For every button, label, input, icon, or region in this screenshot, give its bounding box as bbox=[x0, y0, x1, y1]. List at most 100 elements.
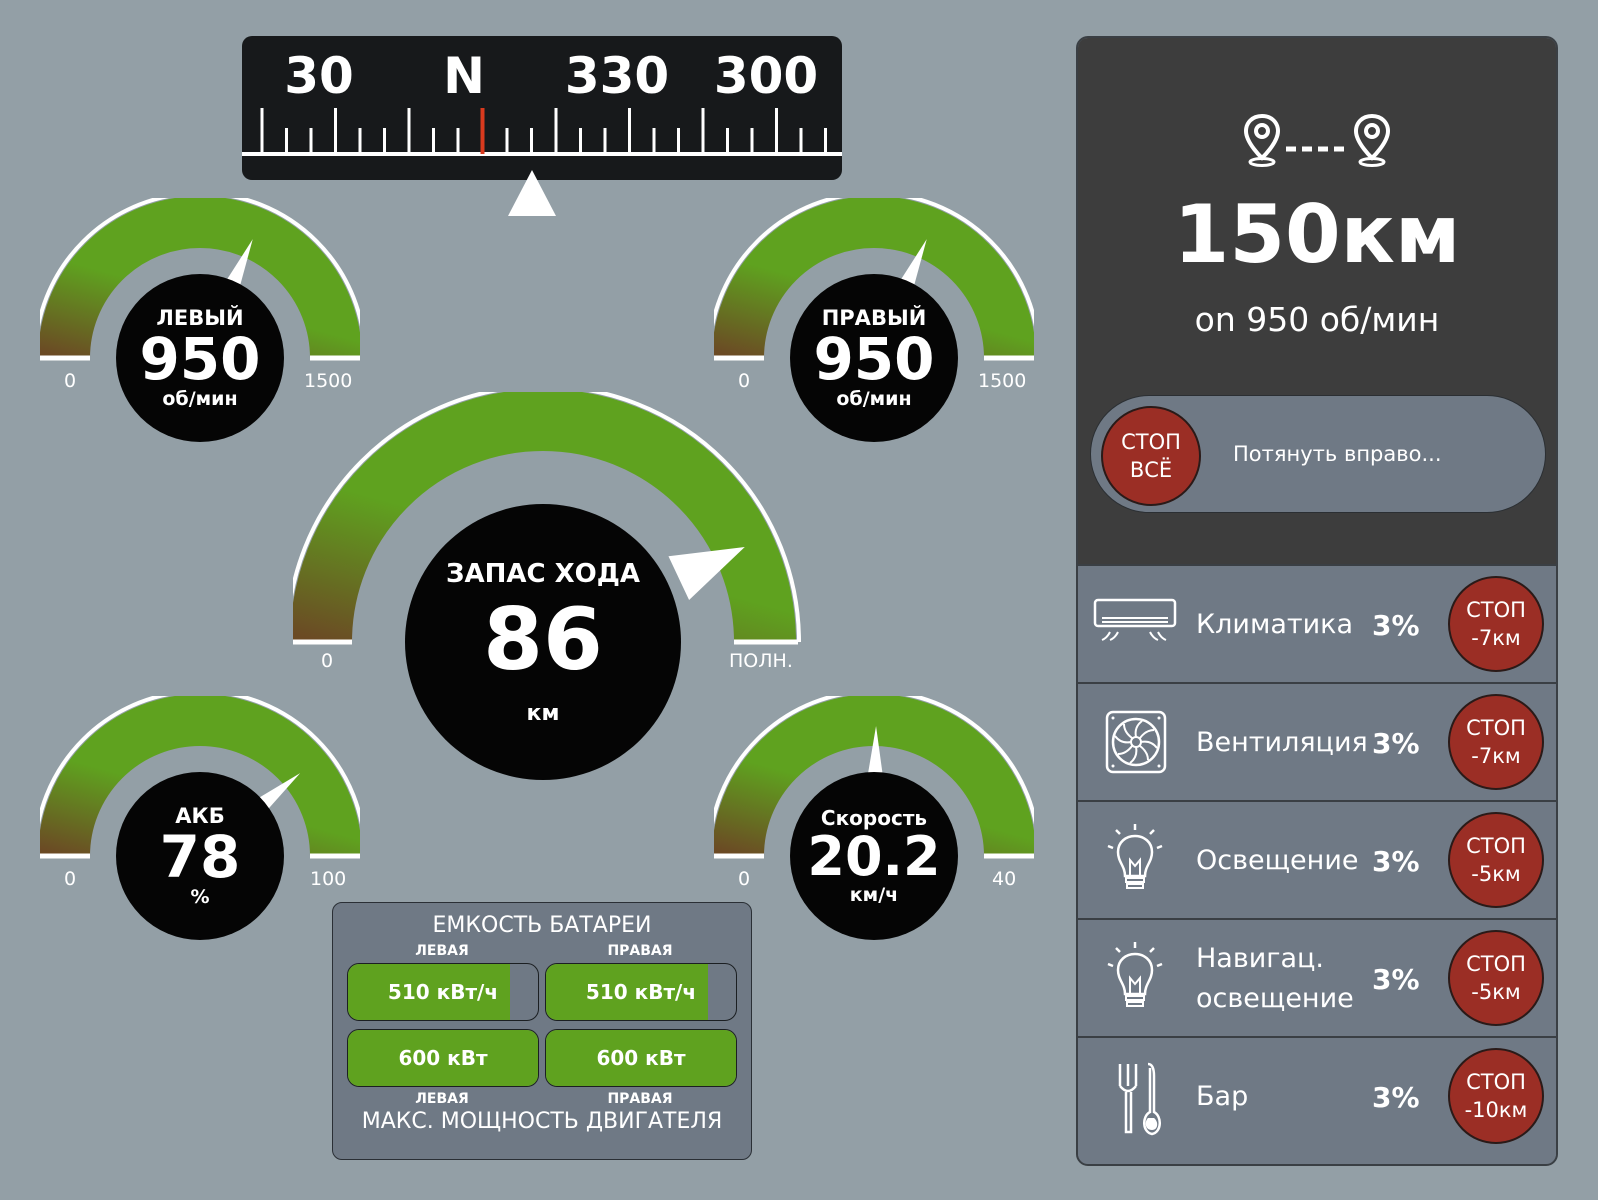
route-range-value: 150км bbox=[1173, 188, 1461, 281]
stop-ventilation-button[interactable]: СТОП -7км bbox=[1448, 694, 1544, 790]
route-range-subtitle: on 950 об/мин bbox=[1194, 300, 1440, 339]
battery-max: 100 bbox=[310, 868, 347, 890]
power-right-bar: 600 кВт bbox=[545, 1029, 737, 1087]
stop-all-line2: ВСЁ bbox=[1129, 458, 1173, 482]
consumer-name-text: Климатика bbox=[1196, 609, 1354, 640]
capacity-left-value: 510 кВт/ч bbox=[387, 980, 499, 1004]
consumer-percent-ventilation: 3% bbox=[1372, 726, 1420, 760]
stop-label: СТОП bbox=[1466, 834, 1526, 858]
consumer-percent-bar: 3% bbox=[1372, 1080, 1420, 1114]
slider-hint: Потянуть вправо... bbox=[1233, 442, 1442, 466]
stop-lighting-button[interactable]: СТОП -5км bbox=[1448, 812, 1544, 908]
battery-capacity-title: ЕМКОСТЬ БАТАРЕИ bbox=[432, 913, 652, 938]
left-engine-readout: ЛЕВЫЙ 950 об/мин bbox=[116, 274, 284, 442]
battery-readout: АКБ 78 % bbox=[116, 772, 284, 940]
consumer-percent-climate: 3% bbox=[1372, 608, 1420, 642]
battery-min: 0 bbox=[64, 868, 77, 890]
range-unit: км bbox=[526, 700, 560, 726]
range-label: ЗАПАС ХОДА bbox=[445, 558, 641, 589]
speed-unit: км/ч bbox=[849, 884, 899, 906]
consumer-name-nav-lights: Навигац. освещение bbox=[1196, 920, 1354, 1038]
consumer-name-text-line2: освещение bbox=[1196, 983, 1354, 1014]
speed-gauge: Скорость 20.2 км/ч 0 40 bbox=[714, 696, 1034, 946]
max-power-title: МАКС. МОЩНОСТЬ ДВИГАТЕЛЯ bbox=[361, 1109, 723, 1134]
consumer-row-ventilation: Вентиляция 3% СТОП -7км bbox=[1078, 682, 1556, 802]
consumer-name-climate: Климатика bbox=[1196, 566, 1353, 684]
range-loss: -10км bbox=[1464, 1098, 1528, 1122]
range-min: 0 bbox=[321, 650, 334, 672]
stop-climate-button[interactable]: СТОП -7км bbox=[1448, 576, 1544, 672]
stop-label: СТОП bbox=[1466, 716, 1526, 740]
range-max: ПОЛН. bbox=[729, 650, 793, 672]
speed-value: 20.2 bbox=[807, 825, 941, 888]
power-left-value: 600 кВт bbox=[398, 1046, 488, 1070]
power-right-label: ПРАВАЯ bbox=[607, 1091, 673, 1107]
stop-bar-button[interactable]: СТОП -10км bbox=[1448, 1048, 1544, 1144]
route-summary: 150км on 950 об/мин СТОП ВСЁ Потянуть вп… bbox=[1078, 38, 1556, 564]
compass-label-n: N bbox=[443, 47, 485, 105]
fan-icon bbox=[1105, 710, 1167, 774]
power-right-value: 600 кВт bbox=[596, 1046, 686, 1070]
speed-max: 40 bbox=[992, 868, 1017, 890]
right-engine-min: 0 bbox=[738, 370, 751, 392]
consumer-name-text: Навигац. bbox=[1196, 943, 1324, 974]
capacity-left-label: ЛЕВАЯ bbox=[415, 943, 469, 959]
capacity-right-bar: 510 кВт/ч bbox=[545, 963, 737, 1021]
right-engine-value: 950 bbox=[813, 325, 935, 393]
capacity-right-value: 510 кВт/ч bbox=[585, 980, 697, 1004]
compass-label-330: 330 bbox=[564, 47, 670, 105]
right-engine-max: 1500 bbox=[978, 370, 1027, 392]
consumer-name-bar: Бар bbox=[1196, 1038, 1248, 1156]
air-conditioner-icon bbox=[1093, 598, 1177, 641]
compass-label-30: 30 bbox=[284, 47, 354, 105]
range-loss: -5км bbox=[1471, 980, 1521, 1004]
consumer-row-nav-lights: Навигац. освещение 3% СТОП -5км bbox=[1078, 918, 1556, 1038]
left-engine-value: 950 bbox=[139, 325, 261, 393]
range-loss: -7км bbox=[1471, 744, 1521, 768]
consumer-row-climate: Климатика 3% СТОП -7км bbox=[1078, 564, 1556, 684]
consumer-percent-lighting: 3% bbox=[1372, 844, 1420, 878]
consumer-name-ventilation: Вентиляция bbox=[1196, 684, 1368, 802]
consumer-name-text: Вентиляция bbox=[1196, 727, 1368, 758]
left-engine-unit: об/мин bbox=[162, 388, 238, 410]
stop-label: СТОП bbox=[1466, 952, 1526, 976]
right-engine-readout: ПРАВЫЙ 950 об/мин bbox=[790, 274, 958, 442]
battery-gauge: АКБ 78 % 0 100 bbox=[40, 696, 360, 946]
consumer-row-lighting: Освещение 3% СТОП -5км bbox=[1078, 800, 1556, 920]
stop-all-slider[interactable]: СТОП ВСЁ Потянуть вправо... bbox=[1090, 395, 1546, 513]
consumer-percent-nav-lights: 3% bbox=[1372, 962, 1420, 996]
battery-value: 78 bbox=[159, 823, 241, 891]
power-left-bar: 600 кВт bbox=[347, 1029, 539, 1087]
left-engine-max: 1500 bbox=[304, 370, 353, 392]
range-readout: ЗАПАС ХОДА 86 км bbox=[405, 504, 681, 780]
capacity-right-label: ПРАВАЯ bbox=[607, 943, 673, 959]
consumer-name-lighting: Освещение bbox=[1196, 802, 1358, 920]
heading-pointer-icon bbox=[508, 170, 556, 216]
left-engine-min: 0 bbox=[64, 370, 77, 392]
consumer-name-text: Освещение bbox=[1196, 845, 1359, 876]
stop-nav-lights-button[interactable]: СТОП -5км bbox=[1448, 930, 1544, 1026]
range-loss: -5км bbox=[1471, 862, 1521, 886]
power-left-label: ЛЕВАЯ bbox=[415, 1091, 469, 1107]
speed-min: 0 bbox=[738, 868, 751, 890]
bulb-icon bbox=[1107, 824, 1163, 889]
stop-label: СТОП bbox=[1466, 598, 1526, 622]
battery-capacity-panel: ЕМКОСТЬ БАТАРЕИ ЛЕВАЯ ПРАВАЯ 510 кВт/ч 5… bbox=[332, 902, 752, 1160]
capacity-left-bar: 510 кВт/ч bbox=[347, 963, 539, 1021]
stop-all-button[interactable]: СТОП ВСЁ bbox=[1101, 406, 1201, 506]
route-panel: 150км on 950 об/мин СТОП ВСЁ Потянуть вп… bbox=[1076, 36, 1558, 1166]
consumer-name-text: Бар bbox=[1196, 1081, 1249, 1112]
compass-label-300: 300 bbox=[713, 47, 819, 105]
consumer-row-bar: Бар 3% СТОП -10км bbox=[1078, 1036, 1556, 1156]
fork-spoon-icon bbox=[1118, 1062, 1161, 1136]
route-icon bbox=[1244, 114, 1390, 167]
speed-readout: Скорость 20.2 км/ч bbox=[790, 772, 958, 940]
stop-all-line1: СТОП bbox=[1121, 430, 1181, 454]
compass: 30 N 330 300 bbox=[242, 36, 842, 180]
range-value: 86 bbox=[483, 589, 603, 690]
battery-unit: % bbox=[190, 886, 210, 908]
range-loss: -7км bbox=[1471, 626, 1521, 650]
right-engine-unit: об/мин bbox=[836, 388, 912, 410]
bulb-icon bbox=[1107, 942, 1163, 1007]
stop-label: СТОП bbox=[1466, 1070, 1526, 1094]
